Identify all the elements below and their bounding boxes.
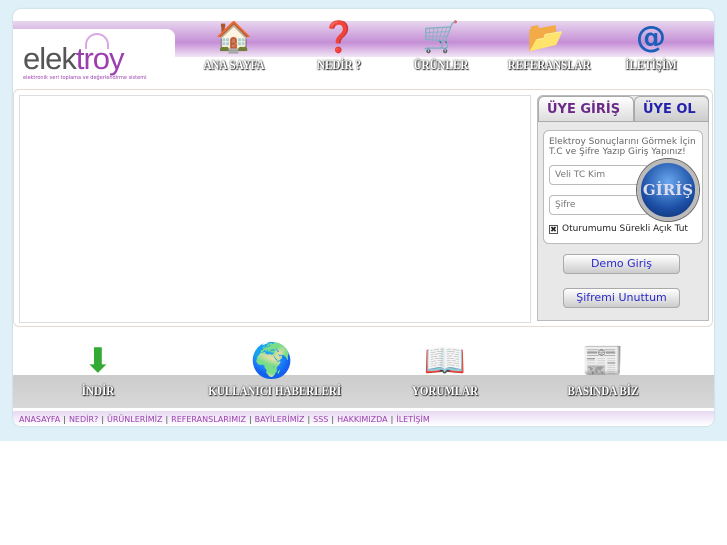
tab-uye-giris[interactable]: ÜYE GİRİŞ (538, 96, 634, 122)
footer-link-referanslarimiz[interactable]: REFERANSLARIMIZ (171, 415, 246, 424)
content-area (19, 95, 531, 323)
remember-checkbox[interactable]: ✖ Oturumumu Sürekli Açık Tut (549, 224, 688, 234)
nav-label: NEDİR ? (317, 57, 361, 72)
login-form: Elektroy Sonuçlarını Görmek İçin T.C ve … (543, 130, 703, 244)
nav-label: İLETİŞİM (625, 57, 677, 72)
nav-urunler[interactable]: 🛒 ÜRÜNLER (396, 17, 486, 73)
question-cube-icon: ❓ (320, 19, 358, 55)
giris-button[interactable]: GİRİŞ (637, 159, 699, 221)
logo[interactable]: elektroy elektronik veri toplama ve değe… (13, 29, 175, 81)
footer-link-nedir[interactable]: NEDİR? (69, 415, 98, 424)
password-input[interactable] (549, 195, 649, 215)
footer-link-bayilerimiz[interactable]: BAYİLERİMİZ (255, 415, 305, 424)
bottom-basinda-biz[interactable]: 📰 BASINDA BİZ (553, 341, 653, 399)
logo-tagline: elektronik veri toplama ve değerlendirme… (23, 75, 147, 81)
bottom-indir[interactable]: ⬇ İNDİR (68, 341, 128, 399)
nav-label: REFERANSLAR (507, 57, 591, 72)
nav-referanslar[interactable]: 📂 REFERANSLAR (501, 17, 591, 73)
footer-link-anasayfa[interactable]: ANASAYFA (19, 415, 60, 424)
remember-label: Oturumumu Sürekli Açık Tut (562, 224, 688, 234)
site-container: elektroy elektronik veri toplama ve değe… (13, 9, 714, 426)
globe-icon: 🌍 (250, 341, 294, 381)
nav-label: ÜRÜNLER (413, 57, 469, 72)
nav-ana-sayfa[interactable]: 🏠 ANA SAYFA (189, 17, 279, 73)
nav-nedir[interactable]: ❓ NEDİR ? (294, 17, 384, 73)
tab-uye-ol[interactable]: ÜYE OL (634, 96, 709, 122)
footer-links: ANASAYFA | NEDİR? | ÜRÜNLERİMİZ | REFERANSLARI… (13, 411, 714, 426)
login-panel: ÜYE GİRİŞ ÜYE OL Elektroy Sonuçlarını Gö… (537, 95, 709, 321)
demo-button[interactable]: Demo Giriş (563, 254, 680, 274)
logo-name: elek (23, 41, 77, 76)
login-info: Elektroy Sonuçlarını Görmek İçin T.C ve … (549, 137, 696, 157)
cart-icon: 🛒 (422, 19, 460, 55)
bottom-yorumlar[interactable]: 📖 YORUMLAR (400, 341, 490, 399)
bottom-label: İNDİR (81, 383, 115, 398)
book-icon: 📖 (423, 341, 467, 381)
nav-iletisim[interactable]: @ İLETİŞİM (606, 17, 696, 73)
forgot-password-button[interactable]: Şifremi Unuttum (563, 288, 680, 308)
tc-input[interactable] (549, 165, 649, 185)
footer-link-iletisim[interactable]: İLETİŞİM (396, 415, 429, 424)
bottom-label: BASINDA BİZ (567, 383, 639, 398)
folder-icon: 📂 (527, 19, 565, 55)
bottom-label: KULLANICI HABERLERİ (208, 383, 342, 398)
at-icon: @ (636, 19, 666, 55)
bottom-kullanici-haberleri[interactable]: 🌍 KULLANICI HABERLERİ (197, 341, 347, 399)
footer-link-hakkimizda[interactable]: HAKKIMIZDA (337, 415, 388, 424)
main-panel: ÜYE GİRİŞ ÜYE OL Elektroy Sonuçlarını Gö… (13, 89, 713, 327)
house-icon: 🏠 (215, 19, 253, 55)
footer-link-urunlerimiz[interactable]: ÜRÜNLERİMİZ (107, 415, 162, 424)
logo-name-accent: troy (75, 41, 125, 76)
checkbox-icon: ✖ (549, 224, 558, 234)
nav-label: ANA SAYFA (203, 57, 265, 72)
footer-link-sss[interactable]: SSS (313, 415, 328, 424)
newspaper-icon: 📰 (581, 341, 625, 381)
download-icon: ⬇ (83, 341, 113, 381)
bottom-label: YORUMLAR (411, 383, 479, 398)
